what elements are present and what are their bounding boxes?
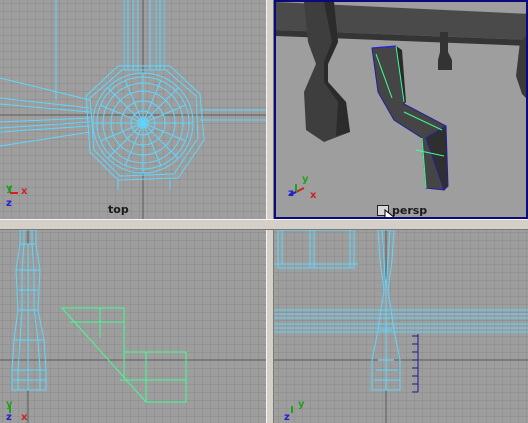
- axis-y-label: y: [298, 399, 305, 410]
- viewport-label-persp: persp: [392, 204, 428, 217]
- axis-y-label: y: [6, 183, 13, 194]
- axis-x-label: x: [310, 190, 317, 201]
- axis-z-label: z: [284, 412, 290, 423]
- viewport-persp[interactable]: y z x persp: [274, 0, 528, 219]
- axis-y-label: y: [6, 399, 13, 410]
- viewport-label-top: top: [108, 203, 129, 216]
- viewport-splitter-horizontal[interactable]: [0, 219, 528, 230]
- top-view-scene: [0, 0, 266, 219]
- viewport-top[interactable]: y x z top: [0, 0, 266, 219]
- axis-x-label: x: [21, 186, 28, 197]
- side-view-scene: [274, 230, 528, 423]
- viewport-side[interactable]: y z side: [274, 230, 528, 423]
- front-view-scene: [0, 230, 266, 423]
- axis-z-label: z: [288, 188, 294, 199]
- viewport-splitter-vertical[interactable]: [266, 0, 274, 423]
- axis-y-label: y: [302, 174, 309, 185]
- persp-view-scene: [276, 2, 526, 217]
- axis-x-label: x: [21, 412, 28, 423]
- axis-z-label: z: [6, 412, 12, 423]
- axis-z-label: z: [6, 198, 12, 209]
- viewport-front[interactable]: y z x front: [0, 230, 266, 423]
